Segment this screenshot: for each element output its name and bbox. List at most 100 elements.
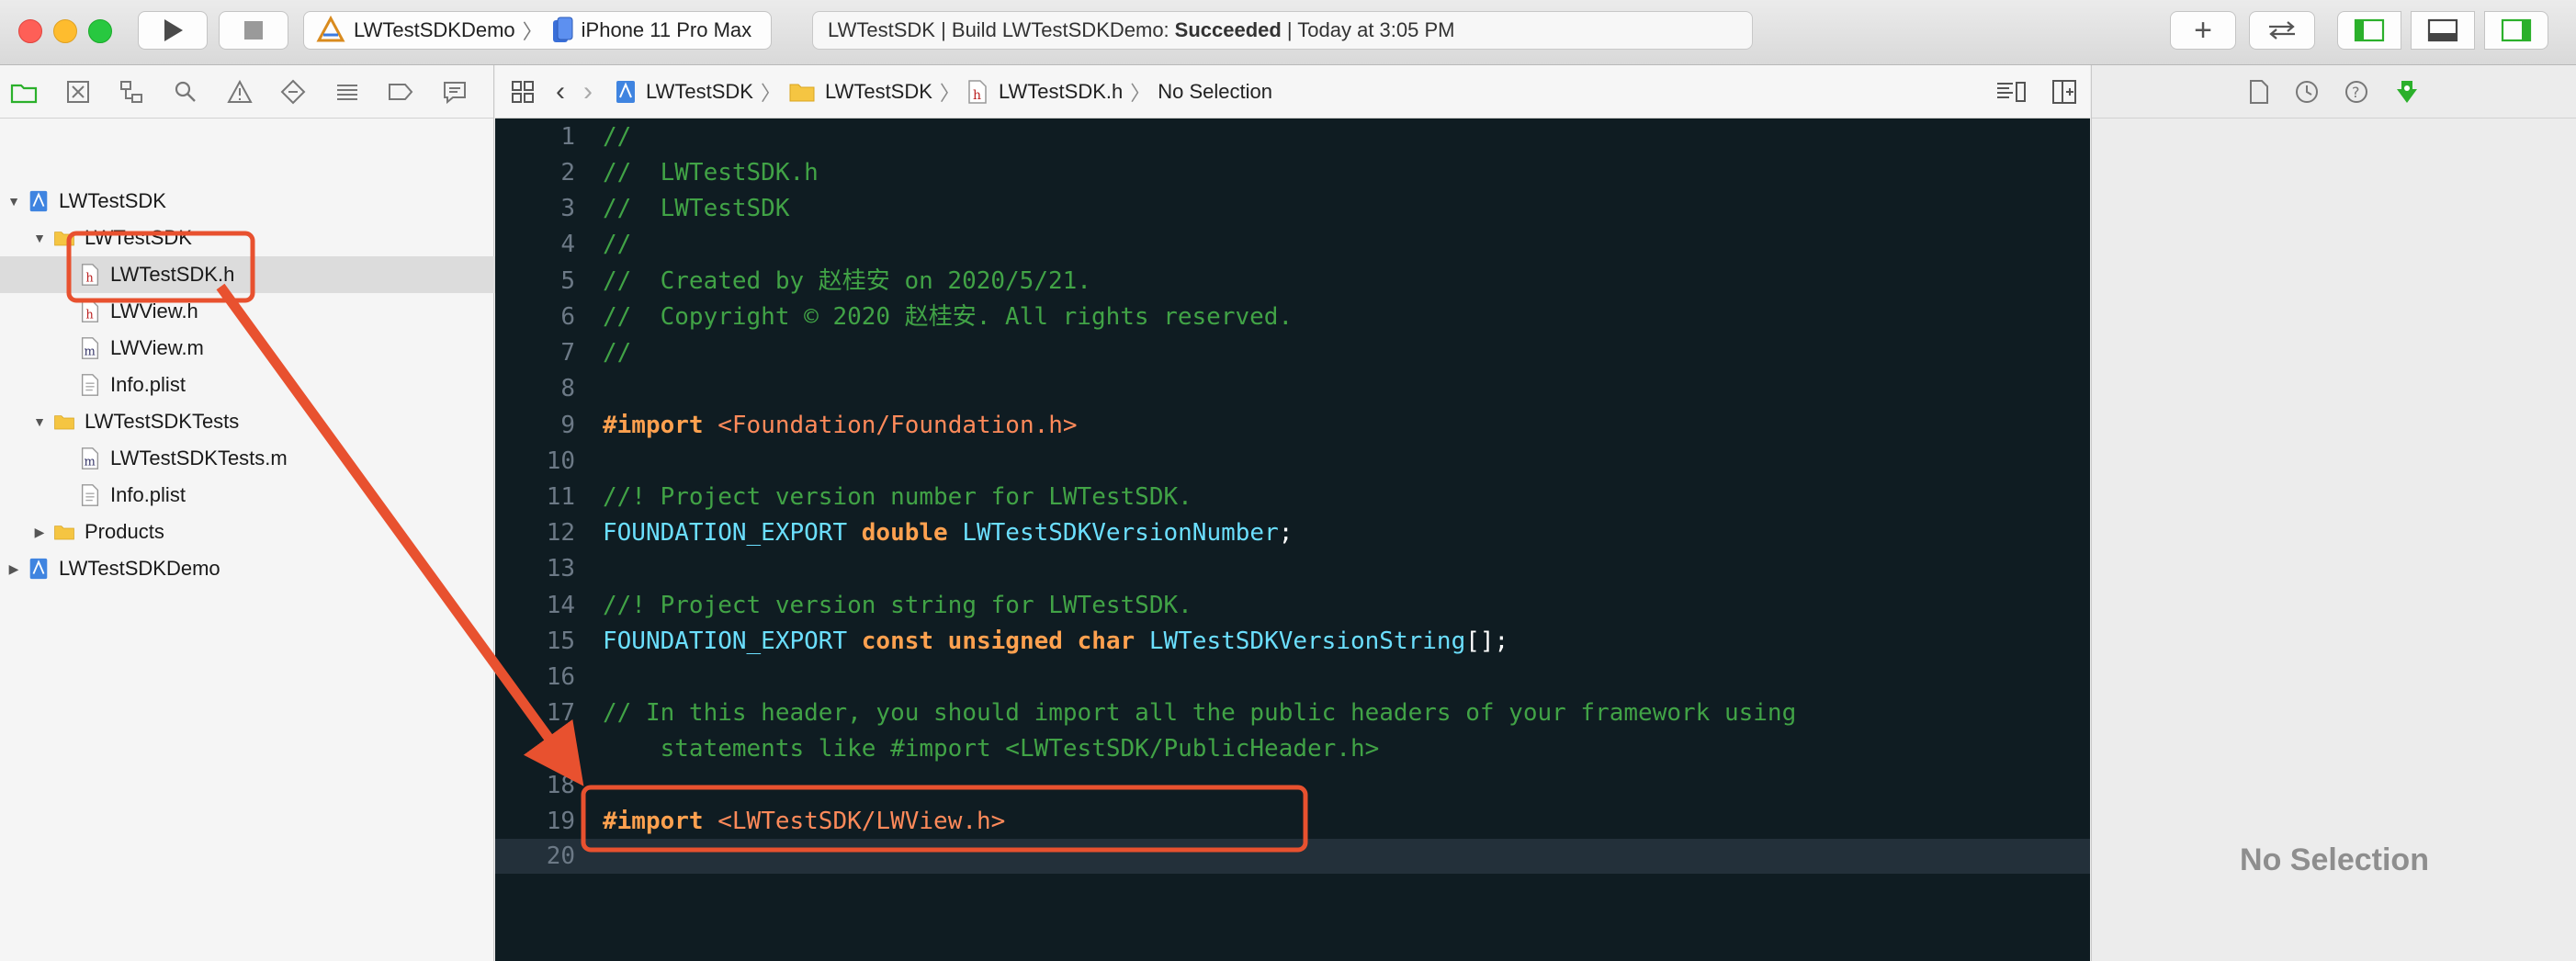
editor-options-icon[interactable] (1994, 79, 2028, 105)
code-text: // Created by 赵桂安 on 2020/5/21. (603, 264, 1091, 299)
disclosure-collapsed-icon[interactable]: ▶ (31, 525, 48, 540)
code-line[interactable]: 19 #import <LWTestSDK/LWView.h> (495, 804, 2090, 839)
code-line[interactable]: 20 (495, 839, 2090, 874)
toggle-navigator-button[interactable] (2337, 11, 2401, 50)
tree-item-label: LWTestSDKDemo (59, 557, 220, 580)
code-line[interactable]: 4 // (495, 227, 2090, 262)
tree-item[interactable]: m LWTestSDKTests.m (0, 440, 550, 477)
toggle-inspector-button[interactable] (2484, 11, 2548, 50)
code-line[interactable]: 5 // Created by 赵桂安 on 2020/5/21. (495, 264, 2090, 299)
source-control-icon[interactable] (63, 76, 94, 107)
minimize-window-button[interactable] (53, 19, 77, 43)
toggle-debug-area-button[interactable] (2411, 11, 2475, 50)
tree-item-label: LWTestSDK.h (110, 263, 235, 286)
breadcrumb-group[interactable]: LWTestSDK (825, 80, 932, 104)
breadcrumb-selection[interactable]: No Selection (1158, 80, 1272, 104)
tree-item[interactable]: ▼ LWTestSDK (0, 220, 525, 256)
library-button[interactable]: + (2170, 11, 2236, 50)
tree-item[interactable]: h LWTestSDK.h (0, 256, 550, 293)
code-line[interactable]: 2 // LWTestSDK.h (495, 155, 2090, 190)
code-line[interactable]: 6 // Copyright © 2020 赵桂安. All rights res… (495, 300, 2090, 334)
code-comment: //! Project version string for LWTestSDK… (603, 592, 1192, 619)
stop-icon (244, 21, 263, 40)
related-items-icon[interactable] (510, 79, 536, 105)
bottom-panel-icon (2427, 18, 2458, 42)
code-line[interactable]: 17 // In this header, you should import a… (495, 695, 2090, 730)
code-comment: //! Project version number for LWTestSDK… (603, 483, 1192, 511)
tree-item-label: LWTestSDK (85, 226, 192, 249)
code-line[interactable]: 15 FOUNDATION_EXPORT const unsigned char … (495, 624, 2090, 659)
code-line[interactable]: 7 // (495, 335, 2090, 370)
breadcrumb-project[interactable]: LWTestSDK (646, 80, 753, 104)
test-icon[interactable] (278, 76, 309, 107)
svg-text:h: h (85, 308, 94, 322)
tree-item[interactable]: ▼ LWTestSDKTests (0, 403, 525, 440)
activity-view: LWTestSDK | Build LWTestSDKDemo: Succeed… (812, 11, 1753, 50)
tree-item[interactable]: ▶ Products (0, 514, 525, 550)
file-inspector-icon[interactable] (2248, 79, 2270, 105)
tree-item[interactable]: Info.plist (0, 367, 550, 403)
disclosure-expanded-icon[interactable]: ▼ (6, 194, 22, 209)
code-punctuation: ; (1278, 519, 1294, 547)
scheme-selector[interactable]: LWTestSDKDemo 〉 iPhone 11 Pro Max (303, 11, 772, 50)
attributes-icon[interactable] (2393, 78, 2421, 106)
breadcrumb-file[interactable]: LWTestSDK.h (999, 80, 1123, 104)
code-line[interactable]: 12 FOUNDATION_EXPORT double LWTestSDKVers… (495, 515, 2090, 550)
code-line[interactable]: statements like #import <LWTestSDK/Publi… (495, 731, 2090, 766)
debug-icon[interactable] (332, 76, 362, 107)
disclosure-collapsed-icon[interactable]: ▶ (6, 561, 22, 577)
disclosure-expanded-icon[interactable]: ▼ (31, 414, 48, 429)
code-line[interactable]: 14 //! Project version string for LWTestS… (495, 588, 2090, 623)
symbol-icon[interactable] (117, 76, 147, 107)
header-file-icon: h (73, 263, 110, 287)
close-window-button[interactable] (18, 19, 42, 43)
line-number: 16 (546, 663, 575, 691)
line-number: 1 (560, 123, 575, 151)
code-line[interactable]: 13 (495, 551, 2090, 586)
code-line[interactable]: 18 (495, 768, 2090, 803)
code-comment: // Copyright © 2020 赵桂安. All rights rese… (603, 303, 1294, 331)
breakpoint-icon[interactable] (386, 76, 416, 107)
back-icon[interactable]: ‹ (556, 76, 565, 107)
code-text: //! Project version string for LWTestSDK… (603, 588, 1192, 623)
code-line[interactable]: 11 //! Project version number for LWTestS… (495, 480, 2090, 514)
disclosure-expanded-icon[interactable]: ▼ (31, 231, 48, 245)
device-name[interactable]: iPhone 11 Pro Max (582, 18, 751, 42)
code-line[interactable]: 9 #import <Foundation/Foundation.h> (495, 408, 2090, 443)
source-file-icon: m (73, 336, 110, 360)
tree-item[interactable]: m LWView.m (0, 330, 550, 367)
history-icon[interactable] (2294, 79, 2320, 105)
line-number: 12 (546, 519, 575, 547)
code-comment: // LWTestSDK.h (603, 159, 819, 187)
warning-icon[interactable] (224, 76, 254, 107)
code-line[interactable]: 16 (495, 660, 2090, 695)
code-text: // LWTestSDK (603, 191, 790, 226)
tree-item-label: Info.plist (110, 483, 186, 506)
device-icon[interactable] (550, 17, 574, 44)
source-editor[interactable]: 1 // 2 // LWTestSDK.h 3 // LWTestSDK 4 // 5 // Cr… (495, 119, 2090, 961)
code-line[interactable]: 3 // LWTestSDK (495, 191, 2090, 226)
stop-button[interactable] (219, 11, 288, 50)
tree-item[interactable]: ▶ LWTestSDKDemo (0, 550, 499, 587)
tree-item[interactable]: h LWView.h (0, 293, 550, 330)
code-line[interactable]: 10 (495, 444, 2090, 479)
line-number: 15 (546, 627, 575, 655)
code-line[interactable]: 1 // (495, 119, 2090, 154)
tree-item[interactable]: Info.plist (0, 477, 550, 514)
code-text: #import <Foundation/Foundation.h> (603, 408, 1078, 443)
folder-icon[interactable] (9, 76, 40, 107)
code-line[interactable]: 8 (495, 371, 2090, 406)
no-selection-label: No Selection (2240, 842, 2429, 877)
tree-item[interactable]: ▼ LWTestSDK (0, 183, 499, 220)
add-icon: + (2194, 13, 2212, 48)
search-icon[interactable] (171, 76, 201, 107)
help-icon[interactable]: ? (2344, 79, 2369, 105)
add-editor-icon[interactable] (2051, 79, 2077, 105)
code-text: // LWTestSDK.h (603, 155, 819, 190)
run-button[interactable] (138, 11, 208, 50)
code-review-button[interactable] (2249, 11, 2315, 50)
forward-icon[interactable]: › (583, 76, 593, 107)
zoom-window-button[interactable] (88, 19, 112, 43)
report-icon[interactable] (440, 76, 470, 107)
activity-time: | Today at 3:05 PM (1286, 18, 1455, 41)
